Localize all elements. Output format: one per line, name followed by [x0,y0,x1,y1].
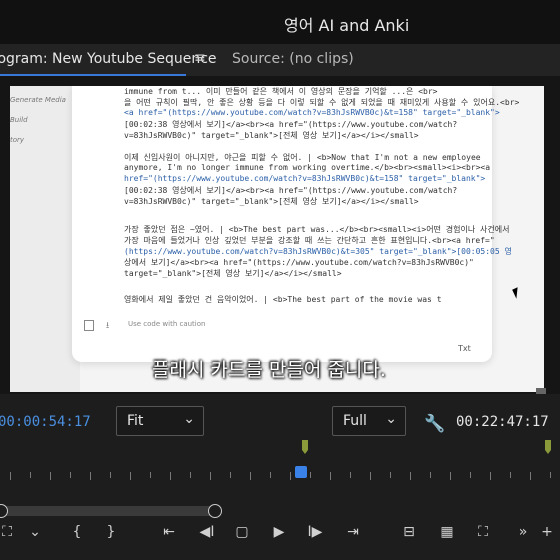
go-to-in-button[interactable]: ⇤ [158,524,180,540]
ruler-tick [290,472,291,480]
ruler-tick [150,472,151,478]
zoom-handle-right[interactable] [208,504,222,518]
monitor-controls: 00:00:54:17 Fit ⌄ Full ⌄ 🔧 00:22:47:17 ⛶… [0,394,560,560]
ruler-tick [410,472,411,480]
panel-menu-icon[interactable]: ≡ [194,50,206,66]
sidebar-item-history: tory [10,136,25,144]
chevron-down-icon: ⌄ [183,411,195,427]
panel-tab-bar: rogram: New Youtube Sequence ≡ Source: (… [0,44,560,77]
sidebar-item-generate-media: Generate Media [10,96,66,104]
ruler-tick [310,472,311,478]
txt-label: Txt [458,344,471,353]
transport-button-row: ⛶ ⌄ { } ⇤ ◀I ▢ ▶ I▶ ⇥ ⊟ ▦ ⛶ » + [0,518,560,552]
ruler-tick [10,472,11,480]
code-response-block: immune from t... 이미 만들어 같은 책에서 이 영상의 문장을… [72,86,519,362]
ruler-tick [530,472,531,480]
download-icon[interactable]: ⭳ [106,318,109,334]
code-caution-label: Use code with caution [128,320,206,328]
ruler-tick [130,472,131,480]
copy-icon[interactable] [84,320,94,331]
wrench-icon[interactable]: 🔧 [424,414,445,434]
ruler-tick [430,472,431,478]
ruler-tick [270,472,271,478]
ruler-tick [330,472,331,480]
time-ruler[interactable] [0,456,560,486]
playhead[interactable] [295,466,307,478]
zoom-scroll-track[interactable] [0,504,560,518]
ruler-tick [470,472,471,478]
ruler-tick [210,472,211,480]
resolution-select[interactable]: Full ⌄ [332,406,406,436]
video-frame: Generate Media Build tory immune from t.… [10,86,544,392]
go-to-out-button[interactable]: ⇥ [342,524,364,540]
mark-in-button[interactable]: { [66,524,88,540]
code-line: href="(https://www.youtube.com/watch?v=8… [124,174,486,183]
zoom-fit-value: Fit [127,413,144,429]
play-button[interactable]: ▶ [268,524,290,540]
code-line: [00:02:38 영상에서 보기]</a><br><a href="(http… [124,186,458,195]
step-back-button[interactable]: ◀I [196,524,218,540]
code-line: 가장 마음에 들었거나 인상 깊었던 부분을 강조할 때 쓰는 간단하고 흔한 … [124,236,495,245]
insert-button[interactable]: ⊟ [398,524,420,540]
code-line: target="_blank">[전체 영상 보기]</a></i></smal… [124,269,342,278]
code-line: 을 어떤 규칙이 필딱, 안 좋은 상황 등을 다 이렇 되할 수 없게 되었을… [124,98,520,107]
chevron-down-icon[interactable]: ⌄ [24,524,46,540]
code-line: v=83hJsRWVB0c)" target="_blank">[전체 영상 보… [124,131,419,140]
sidebar-item-build: Build [10,116,28,124]
ruler-tick [490,472,491,480]
ruler-tick [110,472,111,478]
code-line: 영화에서 제일 좋았던 건 음악이었어. | <b>The best part … [124,295,442,304]
code-line: immune from t... 이미 만들어 같은 책에서 이 영상의 문장을… [124,87,438,96]
code-line: 이제 신입사원이 아니지만, 야근을 피할 수 없어. | <b>Now tha… [124,153,481,162]
more-button[interactable]: » [512,524,534,540]
timeline-marker[interactable] [545,440,551,454]
add-button[interactable]: + [536,524,558,540]
code-line: 상에서 보기]</a><br><a href="(https://www.you… [124,258,474,267]
code-line: anymore, I'm no longer immune from worki… [124,163,491,172]
chevron-down-icon: ⌄ [385,411,397,427]
ruler-tick [190,472,191,478]
timeline-marker[interactable] [302,440,308,454]
current-timecode[interactable]: 00:00:54:17 [0,414,91,430]
ruler-tick [510,472,511,478]
ruler-tick [450,472,451,480]
ruler-tick [70,472,71,478]
overwrite-button[interactable]: ▦ [436,524,458,540]
ruler-tick [90,472,91,480]
window-title: 영어 AI and Anki [284,16,410,35]
zoom-fit-select[interactable]: Fit ⌄ [116,406,204,436]
video-subtitle: 플래시 카드를 만들어 줍니다. [152,359,386,381]
resolution-value: Full [343,413,367,429]
duration-timecode: 00:22:47:17 [456,414,549,430]
code-line: 가장 좋았던 점은 ~였어. | <b>The best part was...… [124,225,510,234]
ruler-tick [250,472,251,480]
mark-out-button[interactable]: } [100,524,122,540]
title-bar: 영어 AI and Anki [0,0,560,44]
ruler-tick [170,472,171,480]
code-line: (https://www.youtube.com/watch?v=83hJsRW… [124,247,512,256]
tab-source-monitor[interactable]: Source: (no clips) [232,51,354,67]
ruler-tick [370,472,371,480]
ruler-tick [390,472,391,478]
ruler-tick [550,472,551,478]
step-forward-button[interactable]: I▶ [304,524,326,540]
tab-program-monitor[interactable]: rogram: New Youtube Sequence [0,51,217,67]
safe-margins-icon[interactable]: ⛶ [0,524,18,540]
ruler-tick [230,472,231,478]
frame-sidebar: Generate Media Build tory [10,86,80,392]
zoom-scroll-bar[interactable] [0,506,216,516]
code-line: <a href="(https://www.youtube.com/watch?… [124,108,500,117]
ruler-tick [30,472,31,478]
ruler-tick [350,472,351,478]
ruler-tick [50,472,51,480]
code-line: v=83hJsRWVB0c)" target="_blank">[전체 영상 보… [124,197,419,206]
export-frame-button[interactable]: ⛶ [472,524,494,540]
code-line: [00:02:38 영상에서 보기]</a><br><a href="(http… [124,120,458,129]
stop-button[interactable]: ▢ [231,524,253,540]
